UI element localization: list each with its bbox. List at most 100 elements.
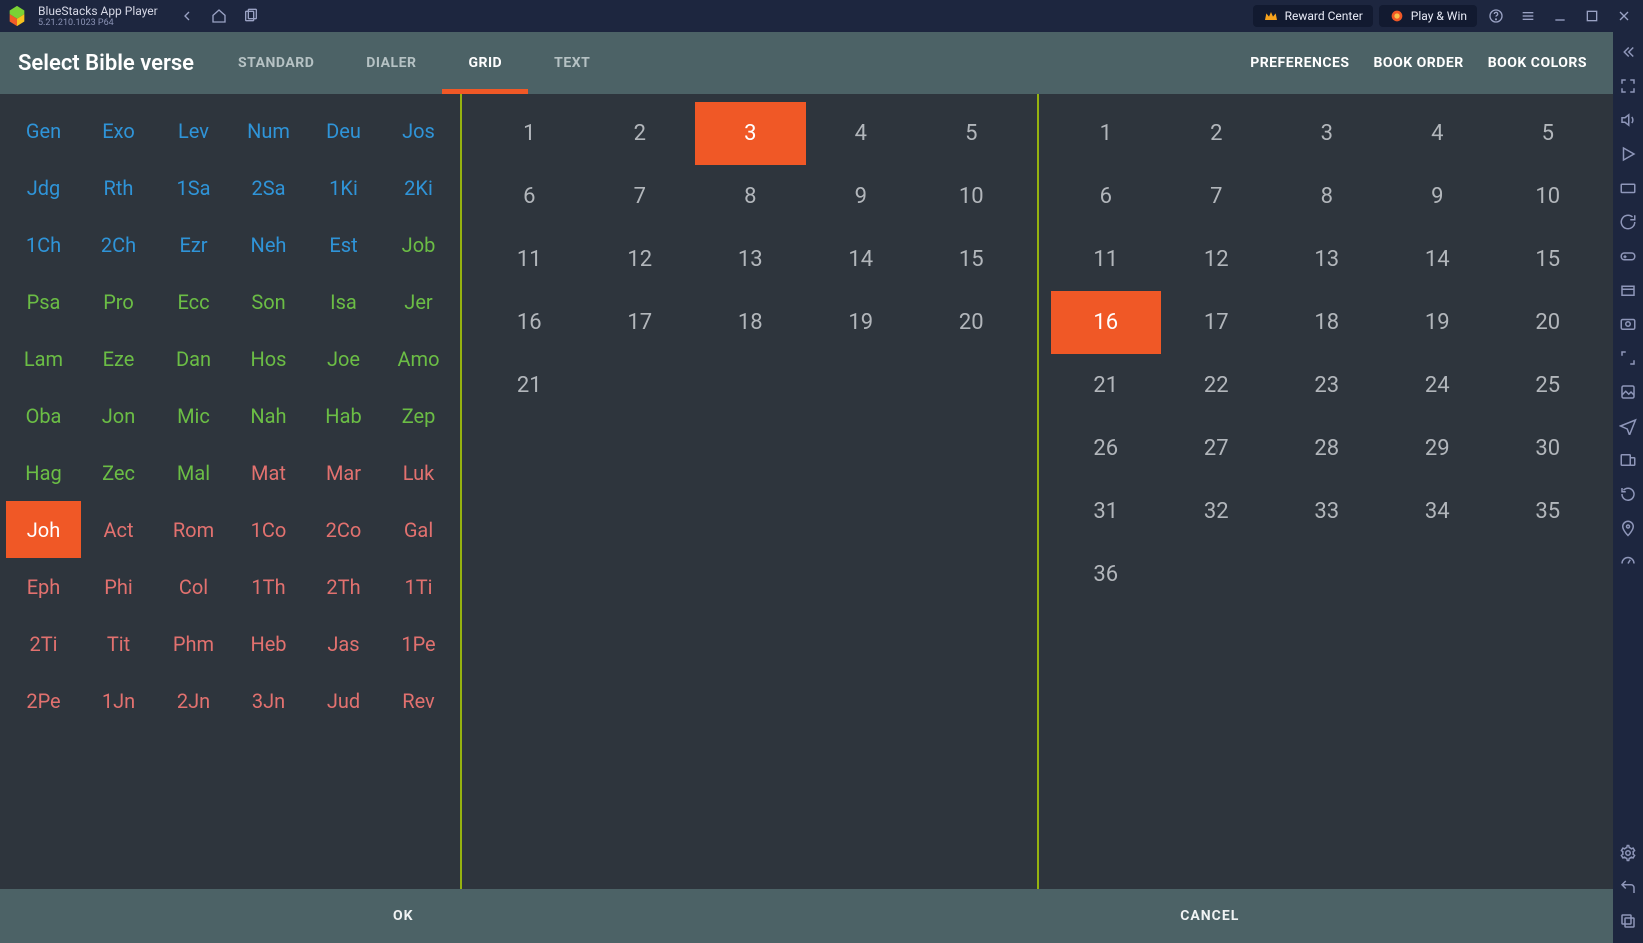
play-store-icon[interactable] xyxy=(1618,144,1638,164)
book-rev[interactable]: Rev xyxy=(381,672,456,729)
chapter-14[interactable]: 14 xyxy=(806,228,917,291)
tab-standard[interactable]: STANDARD xyxy=(212,32,340,94)
chapter-10[interactable]: 10 xyxy=(916,165,1027,228)
hamburger-menu-icon[interactable] xyxy=(1515,3,1541,29)
verse-29[interactable]: 29 xyxy=(1382,417,1493,480)
verse-28[interactable]: 28 xyxy=(1272,417,1383,480)
book-1ch[interactable]: 1Ch xyxy=(6,216,81,273)
chapter-17[interactable]: 17 xyxy=(585,291,696,354)
verse-10[interactable]: 10 xyxy=(1493,165,1604,228)
book-gal[interactable]: Gal xyxy=(381,501,456,558)
toolbar-link-book-order[interactable]: BOOK ORDER xyxy=(1362,32,1476,94)
verse-36[interactable]: 36 xyxy=(1051,543,1162,606)
recents-icon[interactable] xyxy=(238,3,264,29)
verse-31[interactable]: 31 xyxy=(1051,480,1162,543)
collapse-rail-icon[interactable] xyxy=(1618,42,1638,62)
book-joe[interactable]: Joe xyxy=(306,330,381,387)
verse-21[interactable]: 21 xyxy=(1051,354,1162,417)
book-jas[interactable]: Jas xyxy=(306,615,381,672)
book-rth[interactable]: Rth xyxy=(81,159,156,216)
verse-33[interactable]: 33 xyxy=(1272,480,1383,543)
book-col[interactable]: Col xyxy=(156,558,231,615)
tab-text[interactable]: TEXT xyxy=(528,32,616,94)
book-job[interactable]: Job xyxy=(381,216,456,273)
book-hag[interactable]: Hag xyxy=(6,444,81,501)
verse-13[interactable]: 13 xyxy=(1272,228,1383,291)
book-phm[interactable]: Phm xyxy=(156,615,231,672)
reward-center-button[interactable]: Reward Center xyxy=(1253,5,1373,27)
verse-11[interactable]: 11 xyxy=(1051,228,1162,291)
book-isa[interactable]: Isa xyxy=(306,273,381,330)
sync-icon[interactable] xyxy=(1618,212,1638,232)
book-1co[interactable]: 1Co xyxy=(231,501,306,558)
book-1jn[interactable]: 1Jn xyxy=(81,672,156,729)
minimize-icon[interactable] xyxy=(1547,3,1573,29)
book-lev[interactable]: Lev xyxy=(156,102,231,159)
toolbar-link-preferences[interactable]: PREFERENCES xyxy=(1238,32,1361,94)
chapter-4[interactable]: 4 xyxy=(806,102,917,165)
help-icon[interactable] xyxy=(1483,3,1509,29)
screenshot-icon[interactable] xyxy=(1618,314,1638,334)
book-2jn[interactable]: 2Jn xyxy=(156,672,231,729)
verse-26[interactable]: 26 xyxy=(1051,417,1162,480)
book-1pe[interactable]: 1Pe xyxy=(381,615,456,672)
copy-icon[interactable] xyxy=(1618,911,1638,931)
book-1sa[interactable]: 1Sa xyxy=(156,159,231,216)
chapter-16[interactable]: 16 xyxy=(474,291,585,354)
verse-3[interactable]: 3 xyxy=(1272,102,1383,165)
book-luk[interactable]: Luk xyxy=(381,444,456,501)
book-lam[interactable]: Lam xyxy=(6,330,81,387)
book-neh[interactable]: Neh xyxy=(231,216,306,273)
book-2co[interactable]: 2Co xyxy=(306,501,381,558)
book-deu[interactable]: Deu xyxy=(306,102,381,159)
chapter-3[interactable]: 3 xyxy=(695,102,806,165)
cancel-button[interactable]: CANCEL xyxy=(807,889,1614,943)
ok-button[interactable]: OK xyxy=(0,889,807,943)
toolbar-link-book-colors[interactable]: BOOK COLORS xyxy=(1476,32,1599,94)
book-zep[interactable]: Zep xyxy=(381,387,456,444)
book-1ki[interactable]: 1Ki xyxy=(306,159,381,216)
rotate-icon[interactable] xyxy=(1618,484,1638,504)
verse-32[interactable]: 32 xyxy=(1161,480,1272,543)
back-icon[interactable] xyxy=(174,3,200,29)
chapter-8[interactable]: 8 xyxy=(695,165,806,228)
book-eze[interactable]: Eze xyxy=(81,330,156,387)
verse-9[interactable]: 9 xyxy=(1382,165,1493,228)
book-2th[interactable]: 2Th xyxy=(306,558,381,615)
book-2ch[interactable]: 2Ch xyxy=(81,216,156,273)
book-jos[interactable]: Jos xyxy=(381,102,456,159)
chapter-11[interactable]: 11 xyxy=(474,228,585,291)
location-icon[interactable] xyxy=(1618,518,1638,538)
verse-6[interactable]: 6 xyxy=(1051,165,1162,228)
tab-grid[interactable]: GRID xyxy=(442,32,528,94)
verse-7[interactable]: 7 xyxy=(1161,165,1272,228)
close-window-icon[interactable] xyxy=(1611,3,1637,29)
verse-16[interactable]: 16 xyxy=(1051,291,1162,354)
package-icon[interactable] xyxy=(1618,280,1638,300)
book-est[interactable]: Est xyxy=(306,216,381,273)
chapter-12[interactable]: 12 xyxy=(585,228,696,291)
book-zec[interactable]: Zec xyxy=(81,444,156,501)
verse-23[interactable]: 23 xyxy=(1272,354,1383,417)
verse-4[interactable]: 4 xyxy=(1382,102,1493,165)
book-tit[interactable]: Tit xyxy=(81,615,156,672)
book-jer[interactable]: Jer xyxy=(381,273,456,330)
book-joh[interactable]: Joh xyxy=(6,501,81,558)
undo-icon[interactable] xyxy=(1618,877,1638,897)
book-2sa[interactable]: 2Sa xyxy=(231,159,306,216)
maximize-icon[interactable] xyxy=(1579,3,1605,29)
book-nah[interactable]: Nah xyxy=(231,387,306,444)
book-ecc[interactable]: Ecc xyxy=(156,273,231,330)
expand-icon[interactable] xyxy=(1618,348,1638,368)
verse-25[interactable]: 25 xyxy=(1493,354,1604,417)
book-phi[interactable]: Phi xyxy=(81,558,156,615)
verse-1[interactable]: 1 xyxy=(1051,102,1162,165)
book-hos[interactable]: Hos xyxy=(231,330,306,387)
chapter-1[interactable]: 1 xyxy=(474,102,585,165)
book-act[interactable]: Act xyxy=(81,501,156,558)
settings-icon[interactable] xyxy=(1618,843,1638,863)
verse-12[interactable]: 12 xyxy=(1161,228,1272,291)
play-and-win-button[interactable]: Play & Win xyxy=(1379,5,1477,27)
book-jon[interactable]: Jon xyxy=(81,387,156,444)
book-exo[interactable]: Exo xyxy=(81,102,156,159)
